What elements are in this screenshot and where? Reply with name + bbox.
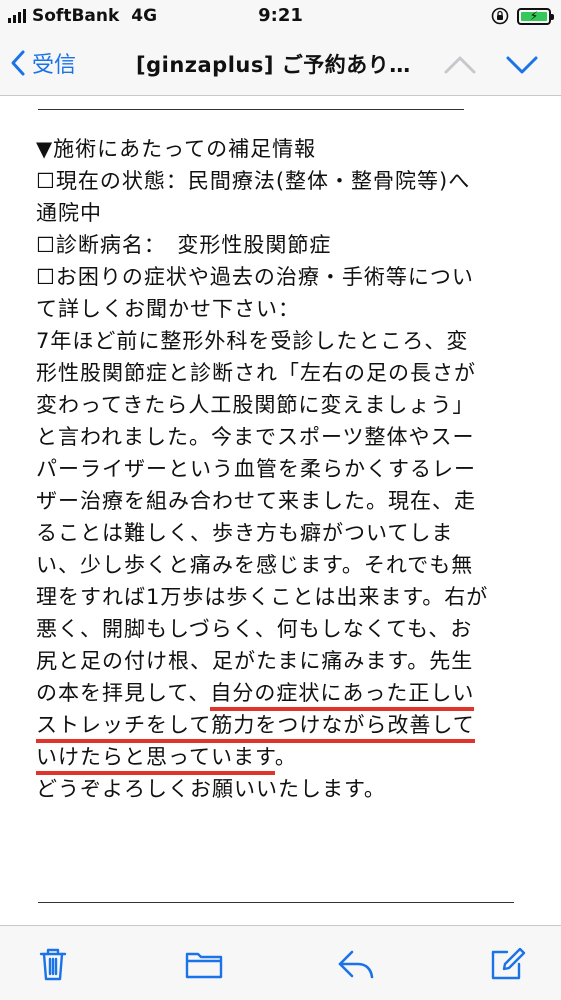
back-to-inbox-button[interactable]: 受信 <box>10 46 76 80</box>
next-message-chevron-down-icon[interactable] <box>502 50 542 78</box>
mail-line: ☐現在の状態：民間療法(整体・整骨院等)へ <box>36 169 471 193</box>
mail-line: 変わってきたら人工股関節に変えましょう」 <box>36 393 475 417</box>
mail-subject-title: [ginzaplus] ご予約あり… <box>136 53 411 77</box>
compose-icon[interactable] <box>487 946 527 982</box>
chevron-left-icon <box>11 50 25 76</box>
mail-line: 理をすれば1万歩は歩くことは出来ます。右が <box>36 585 489 609</box>
status-time: 9:21 <box>258 5 303 26</box>
status-right: ⚡ <box>491 6 554 26</box>
mail-line: パーライザーという血管を柔らかくするレー <box>36 457 476 481</box>
mail-line: て詳しくお聞かせ下さい： <box>36 297 300 321</box>
underlined-text: いけたらと思っています <box>36 745 275 775</box>
mail-body[interactable]: ▼施術にあたっての補足情報 ☐現在の状態：民間療法(整体・整骨院等)へ 通院中 … <box>0 97 561 925</box>
mail-text: ▼施術にあたっての補足情報 ☐現在の状態：民間療法(整体・整骨院等)へ 通院中 … <box>36 133 526 805</box>
back-label: 受信 <box>32 53 77 78</box>
mail-line: と言われました。今までスポーツ整体やスー <box>36 425 475 449</box>
divider-bottom <box>38 902 514 903</box>
underlined-text: ストレッチをして筋力をつけながら改善して <box>36 713 475 743</box>
mail-line: ストレッチをして筋力をつけながら改善して <box>36 709 526 743</box>
mail-line: ザー治療を組み合わせて来ました。現在、走 <box>36 489 476 513</box>
mail-line: ▼施術にあたっての補足情報 <box>36 137 317 161</box>
mail-line: 7年ほど前に整形外科を受診したところ、変 <box>36 329 469 353</box>
mail-line: 形性股関節症と診断され「左右の足の長さが <box>36 361 476 385</box>
mail-line: 悪く、開脚もしづらく、何もしなくても、お <box>36 617 473 641</box>
divider-top <box>38 109 464 110</box>
bottom-toolbar <box>0 925 561 1000</box>
mail-line: ることは難しく、歩き方も癖がついてしま <box>36 521 454 545</box>
orientation-lock-icon <box>491 7 509 25</box>
mail-line: 通院中 <box>36 201 102 225</box>
mail-line: の本を拝見して、自分の症状にあった正しい <box>36 677 526 711</box>
trash-icon[interactable] <box>33 946 73 982</box>
mail-text-plain: の本を拝見して、 <box>36 681 211 705</box>
previous-message-chevron-up-icon[interactable] <box>440 50 480 78</box>
mail-line: ☐お困りの症状や過去の治療・手術等につい <box>36 265 474 289</box>
mail-line: ☐診断病名： 変形性股関節症 <box>36 233 332 257</box>
mail-text-plain: 。 <box>274 745 297 769</box>
mail-closing: どうぞよろしくお願いいたします。 <box>36 777 386 801</box>
nav-bar: 受信 [ginzaplus] ご予約あり… <box>0 32 561 96</box>
charging-bolt-icon: ⚡ <box>529 9 539 23</box>
status-bar: SoftBank 4G 9:21 ⚡ <box>0 0 561 32</box>
folder-icon[interactable] <box>184 946 224 982</box>
reply-icon[interactable] <box>336 946 376 982</box>
mail-line: いけたらと思っています。 <box>36 741 526 775</box>
battery-icon: ⚡ <box>517 7 554 25</box>
underlined-text: 自分の症状にあった正しい <box>210 681 475 711</box>
mail-line: 尻と足の付け根、足がたまに痛みます。先生 <box>36 649 474 673</box>
mail-line: い、少し歩くと痛みを感じます。それでも無 <box>36 553 474 577</box>
